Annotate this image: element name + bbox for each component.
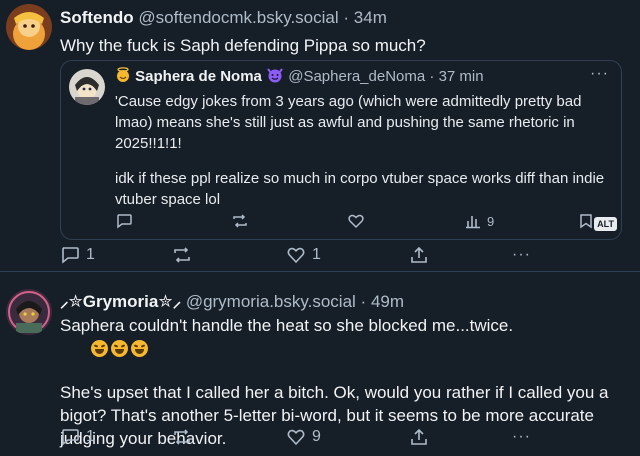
repost-icon bbox=[174, 429, 190, 445]
post-text: Why the fuck is Saph defending Pippa so … bbox=[60, 34, 620, 57]
like-icon bbox=[287, 429, 305, 446]
post-text-line: Why the fuck is Saph defending Pippa so … bbox=[60, 36, 426, 55]
angel-emoji bbox=[115, 67, 135, 85]
reply-count: 1 bbox=[86, 246, 95, 263]
bookmark-icon bbox=[580, 214, 592, 229]
share-button[interactable] bbox=[410, 246, 428, 264]
alt-badge[interactable]: ALT bbox=[594, 217, 617, 231]
quoted-post-actions: 9 ALT bbox=[115, 213, 617, 235]
quoted-author-name[interactable]: Saphera de Noma bbox=[135, 68, 262, 85]
like-button[interactable]: 1 bbox=[286, 246, 321, 264]
laughing-emoji bbox=[111, 340, 129, 357]
share-button[interactable] bbox=[410, 428, 428, 446]
share-icon bbox=[411, 246, 427, 263]
post-actions: 1 9 ··· bbox=[60, 428, 620, 452]
like-icon bbox=[348, 214, 364, 229]
views-count: 9 bbox=[487, 213, 495, 229]
more-icon: ··· bbox=[512, 428, 531, 445]
author-avatar[interactable] bbox=[6, 4, 52, 50]
more-button[interactable]: ··· bbox=[512, 428, 531, 446]
author-handle[interactable]: @softendocmk.bsky.social bbox=[138, 8, 338, 27]
quoted-paragraph: 'Cause edgy jokes from 3 years ago (whic… bbox=[115, 93, 586, 152]
reply-count: 1 bbox=[86, 428, 95, 445]
post-header: ⸝✮Grymoria✮⸝ @grymoria.bsky.social · 49m bbox=[60, 289, 404, 312]
quoted-post[interactable]: Saphera de Noma @Saphera_deNoma · 37 min… bbox=[60, 60, 622, 240]
more-icon: ··· bbox=[512, 246, 531, 263]
post-time[interactable]: 49m bbox=[371, 292, 404, 311]
post-paragraph-text: Saphera couldn't handle the heat so she … bbox=[60, 316, 514, 335]
quoted-author-avatar[interactable] bbox=[69, 69, 105, 105]
repost-icon bbox=[233, 214, 247, 228]
post[interactable]: ⸝✮Grymoria✮⸝ @grymoria.bsky.social · 49m… bbox=[0, 273, 640, 456]
reply-icon bbox=[62, 247, 79, 264]
quoted-bookmark-button[interactable] bbox=[579, 213, 593, 229]
like-icon bbox=[287, 247, 305, 264]
quoted-post-time[interactable]: 37 min bbox=[439, 68, 484, 85]
repost-icon bbox=[174, 247, 190, 263]
more-icon[interactable]: ··· bbox=[590, 65, 609, 83]
views-icon bbox=[466, 216, 480, 229]
author-name[interactable]: Softendo bbox=[60, 8, 134, 27]
author-name[interactable]: ⸝✮Grymoria✮⸝ bbox=[60, 292, 181, 311]
separator: · bbox=[429, 68, 435, 85]
repost-button[interactable] bbox=[172, 428, 192, 446]
like-count: 1 bbox=[312, 246, 321, 263]
devil-emoji bbox=[266, 68, 288, 85]
separator: · bbox=[360, 292, 367, 311]
post-paragraph: Saphera couldn't handle the heat so she … bbox=[60, 314, 620, 360]
post-actions: 1 1 ··· bbox=[60, 246, 620, 270]
like-button[interactable]: 9 bbox=[286, 428, 321, 446]
author-avatar[interactable] bbox=[6, 289, 52, 335]
repost-button[interactable] bbox=[172, 246, 192, 264]
reply-button[interactable]: 1 bbox=[60, 246, 95, 264]
share-icon bbox=[411, 428, 427, 445]
quoted-repost-button[interactable] bbox=[231, 213, 249, 229]
like-count: 9 bbox=[312, 428, 321, 445]
quoted-author-handle[interactable]: @Saphera_deNoma bbox=[288, 68, 425, 85]
quoted-views-button[interactable]: 9 bbox=[465, 213, 494, 229]
laughing-emoji bbox=[91, 340, 109, 357]
more-button[interactable]: ··· bbox=[512, 246, 531, 264]
reply-button[interactable]: 1 bbox=[60, 428, 95, 446]
post[interactable]: Softendo @softendocmk.bsky.social · 34m … bbox=[0, 0, 640, 272]
quoted-reply-button[interactable] bbox=[115, 213, 133, 229]
reply-icon bbox=[117, 214, 132, 229]
author-handle[interactable]: @grymoria.bsky.social bbox=[186, 292, 356, 311]
quoted-like-button[interactable] bbox=[347, 213, 365, 229]
separator: · bbox=[343, 8, 350, 27]
quoted-post-text: 'Cause edgy jokes from 3 years ago (whic… bbox=[115, 91, 605, 210]
quoted-paragraph: idk if these ppl realize so much in corp… bbox=[115, 170, 609, 208]
laughing-emoji bbox=[131, 340, 149, 357]
post-time[interactable]: 34m bbox=[354, 8, 387, 27]
post-header: Softendo @softendocmk.bsky.social · 34m bbox=[60, 8, 387, 28]
reply-icon bbox=[62, 429, 79, 446]
quoted-post-header: Saphera de Noma @Saphera_deNoma · 37 min bbox=[115, 67, 484, 85]
